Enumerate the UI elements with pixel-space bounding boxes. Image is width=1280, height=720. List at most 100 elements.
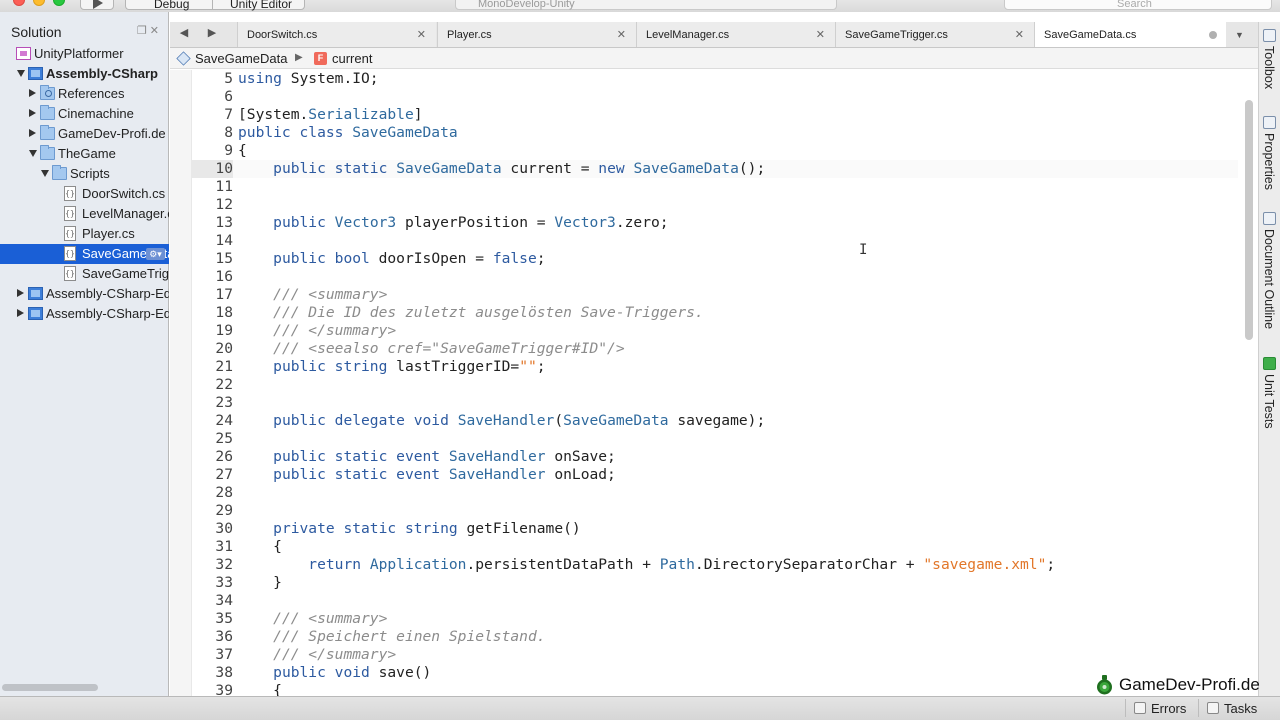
code-line: 13 public Vector3 playerPosition = Vecto… (192, 214, 1238, 232)
code-line: 27 public static event SaveHandler onLoa… (192, 466, 1238, 484)
code-line: 15 public bool doorIsOpen = false; (192, 250, 1238, 268)
tree-node[interactable]: Assembly-CSharp-Editor (0, 284, 169, 304)
tree-node-label: UnityPlatformer (34, 46, 124, 61)
line-text: using System.IO; (238, 70, 379, 88)
tree-node[interactable]: {} DoorSwitch.cs (0, 184, 169, 204)
tree-node[interactable]: {} SaveGameTrigger.cs (0, 264, 169, 284)
status-bar-divider (1125, 699, 1126, 717)
tree-node[interactable]: Cinemachine (0, 104, 169, 124)
run-button[interactable] (80, 0, 114, 10)
line-number: 15 (215, 250, 233, 267)
document-tab[interactable]: SaveGameTrigger.cs ✕ (835, 22, 1034, 47)
code-token: ; (536, 358, 546, 375)
code-token: ; (1046, 556, 1056, 573)
project-icon (28, 67, 43, 80)
tree-node[interactable]: {} LevelManager.cs (0, 204, 169, 224)
tree-node-label: Player.cs (82, 226, 135, 241)
code-token: .DirectorySeparatorChar + (694, 556, 924, 573)
breadcrumb: SaveGameData ▶ F current (170, 48, 1258, 69)
code-token: SaveHandler (448, 466, 546, 483)
right-dock: Toolbox Properties Document Outline Unit Te… (1258, 22, 1280, 696)
code-token: ( (554, 412, 564, 429)
tree-node[interactable]: {} Player.cs (0, 224, 169, 244)
tree-node[interactable]: Assembly-CSharp-Editor-firstpass (0, 304, 169, 324)
tab-close-icon[interactable] (1209, 31, 1217, 39)
pad-close-icon[interactable]: ✕ (150, 25, 159, 37)
chevron-down-icon[interactable] (17, 70, 25, 77)
code-token: private static string (273, 520, 458, 537)
code-token: SaveGameData (633, 160, 739, 177)
pad-dock-icon[interactable]: ❐ (137, 25, 147, 37)
tab-close-icon[interactable]: ✕ (617, 28, 626, 41)
line-number: 18 (215, 304, 233, 321)
code-token: onLoad; (545, 466, 616, 483)
code-line: 10 public static SaveGameData current = … (192, 160, 1238, 178)
chevron-down-icon[interactable] (29, 150, 37, 157)
code-token: public static (273, 160, 388, 177)
chevron-right-icon[interactable] (29, 89, 36, 97)
dock-item-label: Document Outline (1262, 229, 1276, 330)
tab-close-icon[interactable]: ✕ (816, 28, 825, 41)
breadcrumb-member[interactable]: current (332, 51, 372, 66)
document-tab[interactable]: DoorSwitch.cs ✕ (237, 22, 436, 47)
chevron-down-icon[interactable] (41, 170, 49, 177)
line-number: 6 (224, 88, 233, 105)
tree-node-label: DoorSwitch.cs (82, 186, 166, 201)
search-input[interactable]: Search (1004, 0, 1272, 10)
window-close-button[interactable] (13, 0, 25, 6)
chevron-right-icon[interactable] (17, 309, 24, 317)
tree-node[interactable]: TheGame (0, 144, 169, 164)
code-token: SaveHandler (448, 448, 546, 465)
line-number: 11 (215, 178, 233, 195)
errors-pad-button[interactable]: Errors (1134, 701, 1198, 717)
line-number: 29 (215, 502, 233, 519)
code-token: public string (273, 358, 388, 375)
code-token: /// <summary> (273, 286, 388, 303)
project-icon (28, 287, 43, 300)
code-line: 11 (192, 178, 1238, 196)
line-number: 34 (215, 592, 233, 609)
document-tab[interactable]: LevelManager.cs ✕ (636, 22, 835, 47)
tree-node-label: TheGame (58, 146, 116, 161)
window-maximize-button[interactable] (53, 0, 65, 6)
breadcrumb-class[interactable]: SaveGameData (195, 51, 288, 66)
document-tab[interactable]: SaveGameData.cs (1034, 22, 1226, 47)
tab-list-dropdown-icon[interactable]: ▼ (1235, 30, 1244, 40)
document-tab[interactable]: Player.cs ✕ (437, 22, 636, 47)
selector-divider (212, 0, 213, 9)
window-minimize-button[interactable] (33, 0, 45, 6)
tab-scroll-right-button[interactable]: ▶ (198, 22, 226, 47)
editor-vertical-scrollbar[interactable] (1245, 100, 1253, 340)
tasks-pad-button[interactable]: Tasks (1207, 701, 1271, 717)
tab-close-icon[interactable]: ✕ (417, 28, 426, 41)
tree-node[interactable]: {}SaveGameData.cs⚙▾ (0, 244, 169, 264)
folder-icon (40, 145, 55, 160)
tab-close-icon[interactable]: ✕ (1015, 28, 1024, 41)
code-editor[interactable]: 5 using System.IO; 6 7 [System.Serializable]… (170, 70, 1258, 696)
node-options-gear-icon[interactable]: ⚙▾ (146, 248, 165, 260)
tree-node[interactable]: GameDev-Profi.de (0, 124, 169, 144)
code-token: SaveGameData (396, 160, 502, 177)
solution-pad-scrollbar[interactable] (2, 684, 98, 691)
code-line: 24 public delegate void SaveHandler(Save… (192, 412, 1238, 430)
chevron-right-icon[interactable] (29, 109, 36, 117)
breadcrumb-separator-icon: ▶ (295, 52, 303, 63)
configuration-selector[interactable]: Debug Unity Editor (125, 0, 305, 11)
code-lines: 5 using System.IO; 6 7 [System.Serializable]… (192, 70, 1238, 696)
chevron-right-icon[interactable] (17, 289, 24, 297)
line-text: public static event SaveHandler onLoad; (238, 466, 616, 484)
tab-label: Player.cs (447, 29, 492, 41)
tree-node[interactable]: References (0, 84, 169, 104)
tab-scroll-left-button[interactable]: ◀ (170, 22, 198, 47)
tree-node[interactable]: Assembly-CSharp (0, 64, 169, 84)
tree-node[interactable]: UnityPlatformer (0, 44, 169, 64)
chevron-right-icon[interactable] (29, 129, 36, 137)
tree-node[interactable]: Scripts (0, 164, 169, 184)
line-number: 10 (192, 160, 233, 178)
line-text: /// Speichert einen Spielstand. (238, 628, 545, 646)
